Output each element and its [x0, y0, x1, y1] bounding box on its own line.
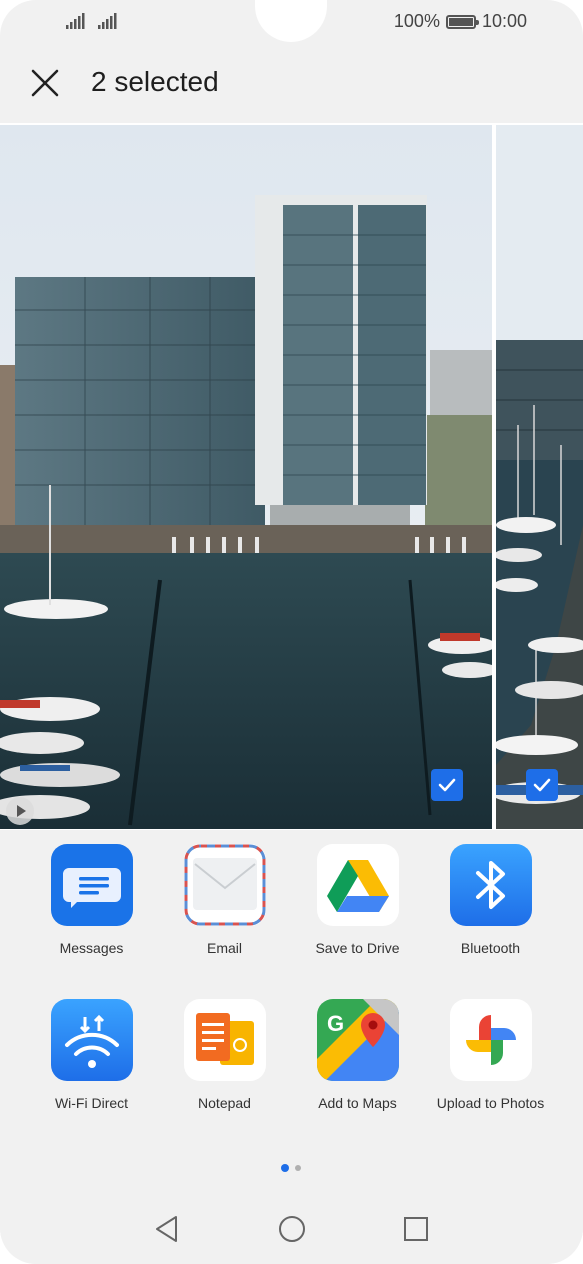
selected-checkbox[interactable] [431, 769, 463, 801]
page-dot-active [281, 1164, 289, 1172]
share-target-label: Notepad [198, 1095, 251, 1111]
google-maps-icon: G [316, 999, 399, 1081]
share-target-label: Email [206, 940, 242, 956]
svg-text:G: G [327, 1011, 344, 1036]
page-dot[interactable] [295, 1165, 301, 1171]
selection-header: 2 selected [0, 44, 583, 122]
battery-fill [448, 17, 473, 26]
status-right: 100% 10:00 [394, 11, 527, 32]
share-target-drive[interactable]: Save to Drive [291, 844, 424, 957]
back-icon[interactable] [152, 1214, 182, 1244]
share-target-notepad[interactable]: Notepad [158, 999, 291, 1112]
share-target-label: Save to Drive [315, 940, 400, 956]
media-thumbnail-photo[interactable] [496, 125, 583, 829]
share-target-wifi-direct[interactable]: Wi-Fi Direct [25, 999, 158, 1112]
google-photos-icon [449, 999, 532, 1081]
clock: 10:00 [481, 11, 527, 31]
close-icon[interactable] [26, 64, 64, 102]
email-icon [183, 844, 266, 926]
harbor-buildings-image [0, 125, 492, 829]
checkmark-icon [438, 778, 456, 792]
share-target-photos[interactable]: Upload to Photos [424, 999, 557, 1112]
home-icon[interactable] [277, 1214, 307, 1244]
wifi-direct-icon [50, 999, 133, 1081]
media-thumbnail-video[interactable] [0, 125, 492, 829]
play-icon [6, 797, 34, 825]
share-target-label: Add to Maps [318, 1095, 397, 1111]
checkmark-icon [533, 778, 551, 792]
battery-icon [445, 14, 479, 29]
battery-percent: 100% [393, 11, 440, 31]
share-target-label: Messages [59, 940, 124, 956]
share-target-label: Upload to Photos [436, 1095, 545, 1111]
page-title: 2 selected [91, 66, 219, 97]
bluetooth-icon [449, 844, 532, 926]
google-drive-icon [316, 844, 399, 926]
share-target-label: Wi-Fi Direct [54, 1095, 129, 1111]
signal-strength-icon [98, 13, 117, 29]
system-navigation-bar [0, 1200, 583, 1264]
selected-media-strip[interactable] [0, 123, 583, 830]
selected-checkbox[interactable] [526, 769, 558, 801]
page-indicator [281, 1164, 301, 1172]
share-target-maps[interactable]: G Add to Maps [291, 999, 424, 1112]
share-target-email[interactable]: Email [158, 844, 291, 957]
messages-icon [50, 844, 133, 926]
share-target-label: Bluetooth [460, 940, 521, 956]
marina-boats-image [496, 125, 583, 829]
share-target-messages[interactable]: Messages [25, 844, 158, 957]
phone-screen: 100% 10:00 2 selected Messages Email Sav… [0, 0, 583, 1264]
recents-icon[interactable] [401, 1214, 431, 1244]
signal-strength-icon [66, 13, 85, 29]
share-target-bluetooth[interactable]: Bluetooth [424, 844, 557, 957]
notepad-icon [183, 999, 266, 1081]
